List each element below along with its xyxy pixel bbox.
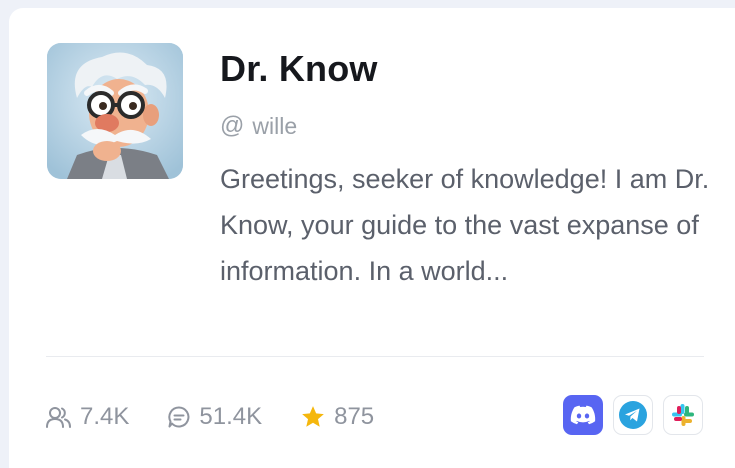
discord-button[interactable] (563, 395, 603, 435)
users-icon (46, 407, 71, 428)
slack-icon (672, 404, 694, 426)
stars-stat: 875 (300, 403, 374, 431)
chat-bubble-icon (168, 406, 190, 428)
avatar[interactable] (47, 43, 183, 179)
professor-avatar-image (47, 43, 183, 179)
stats-row: 7.4K 51.4K 875 (46, 400, 374, 434)
at-icon: @ (220, 112, 245, 139)
divider (46, 356, 704, 357)
messages-count: 51.4K (199, 403, 263, 430)
telegram-button[interactable] (613, 395, 653, 435)
users-count: 7.4K (80, 403, 130, 430)
telegram-icon (619, 401, 647, 429)
bot-description: Greetings, seeker of knowledge! I am Dr.… (220, 164, 710, 286)
star-icon (302, 406, 324, 427)
slack-button[interactable] (663, 395, 703, 435)
discord-icon (570, 405, 596, 425)
social-links (563, 395, 703, 435)
users-stat: 7.4K (46, 403, 129, 431)
creator-handle[interactable]: @ wille (220, 112, 297, 140)
bot-name: Dr. Know (220, 48, 378, 89)
handle-text: wille (252, 112, 298, 139)
bot-card[interactable]: Dr. Know @ wille Greetings, seeker of kn… (9, 8, 735, 468)
stars-count: 875 (334, 403, 375, 430)
messages-stat: 51.4K (167, 403, 262, 431)
